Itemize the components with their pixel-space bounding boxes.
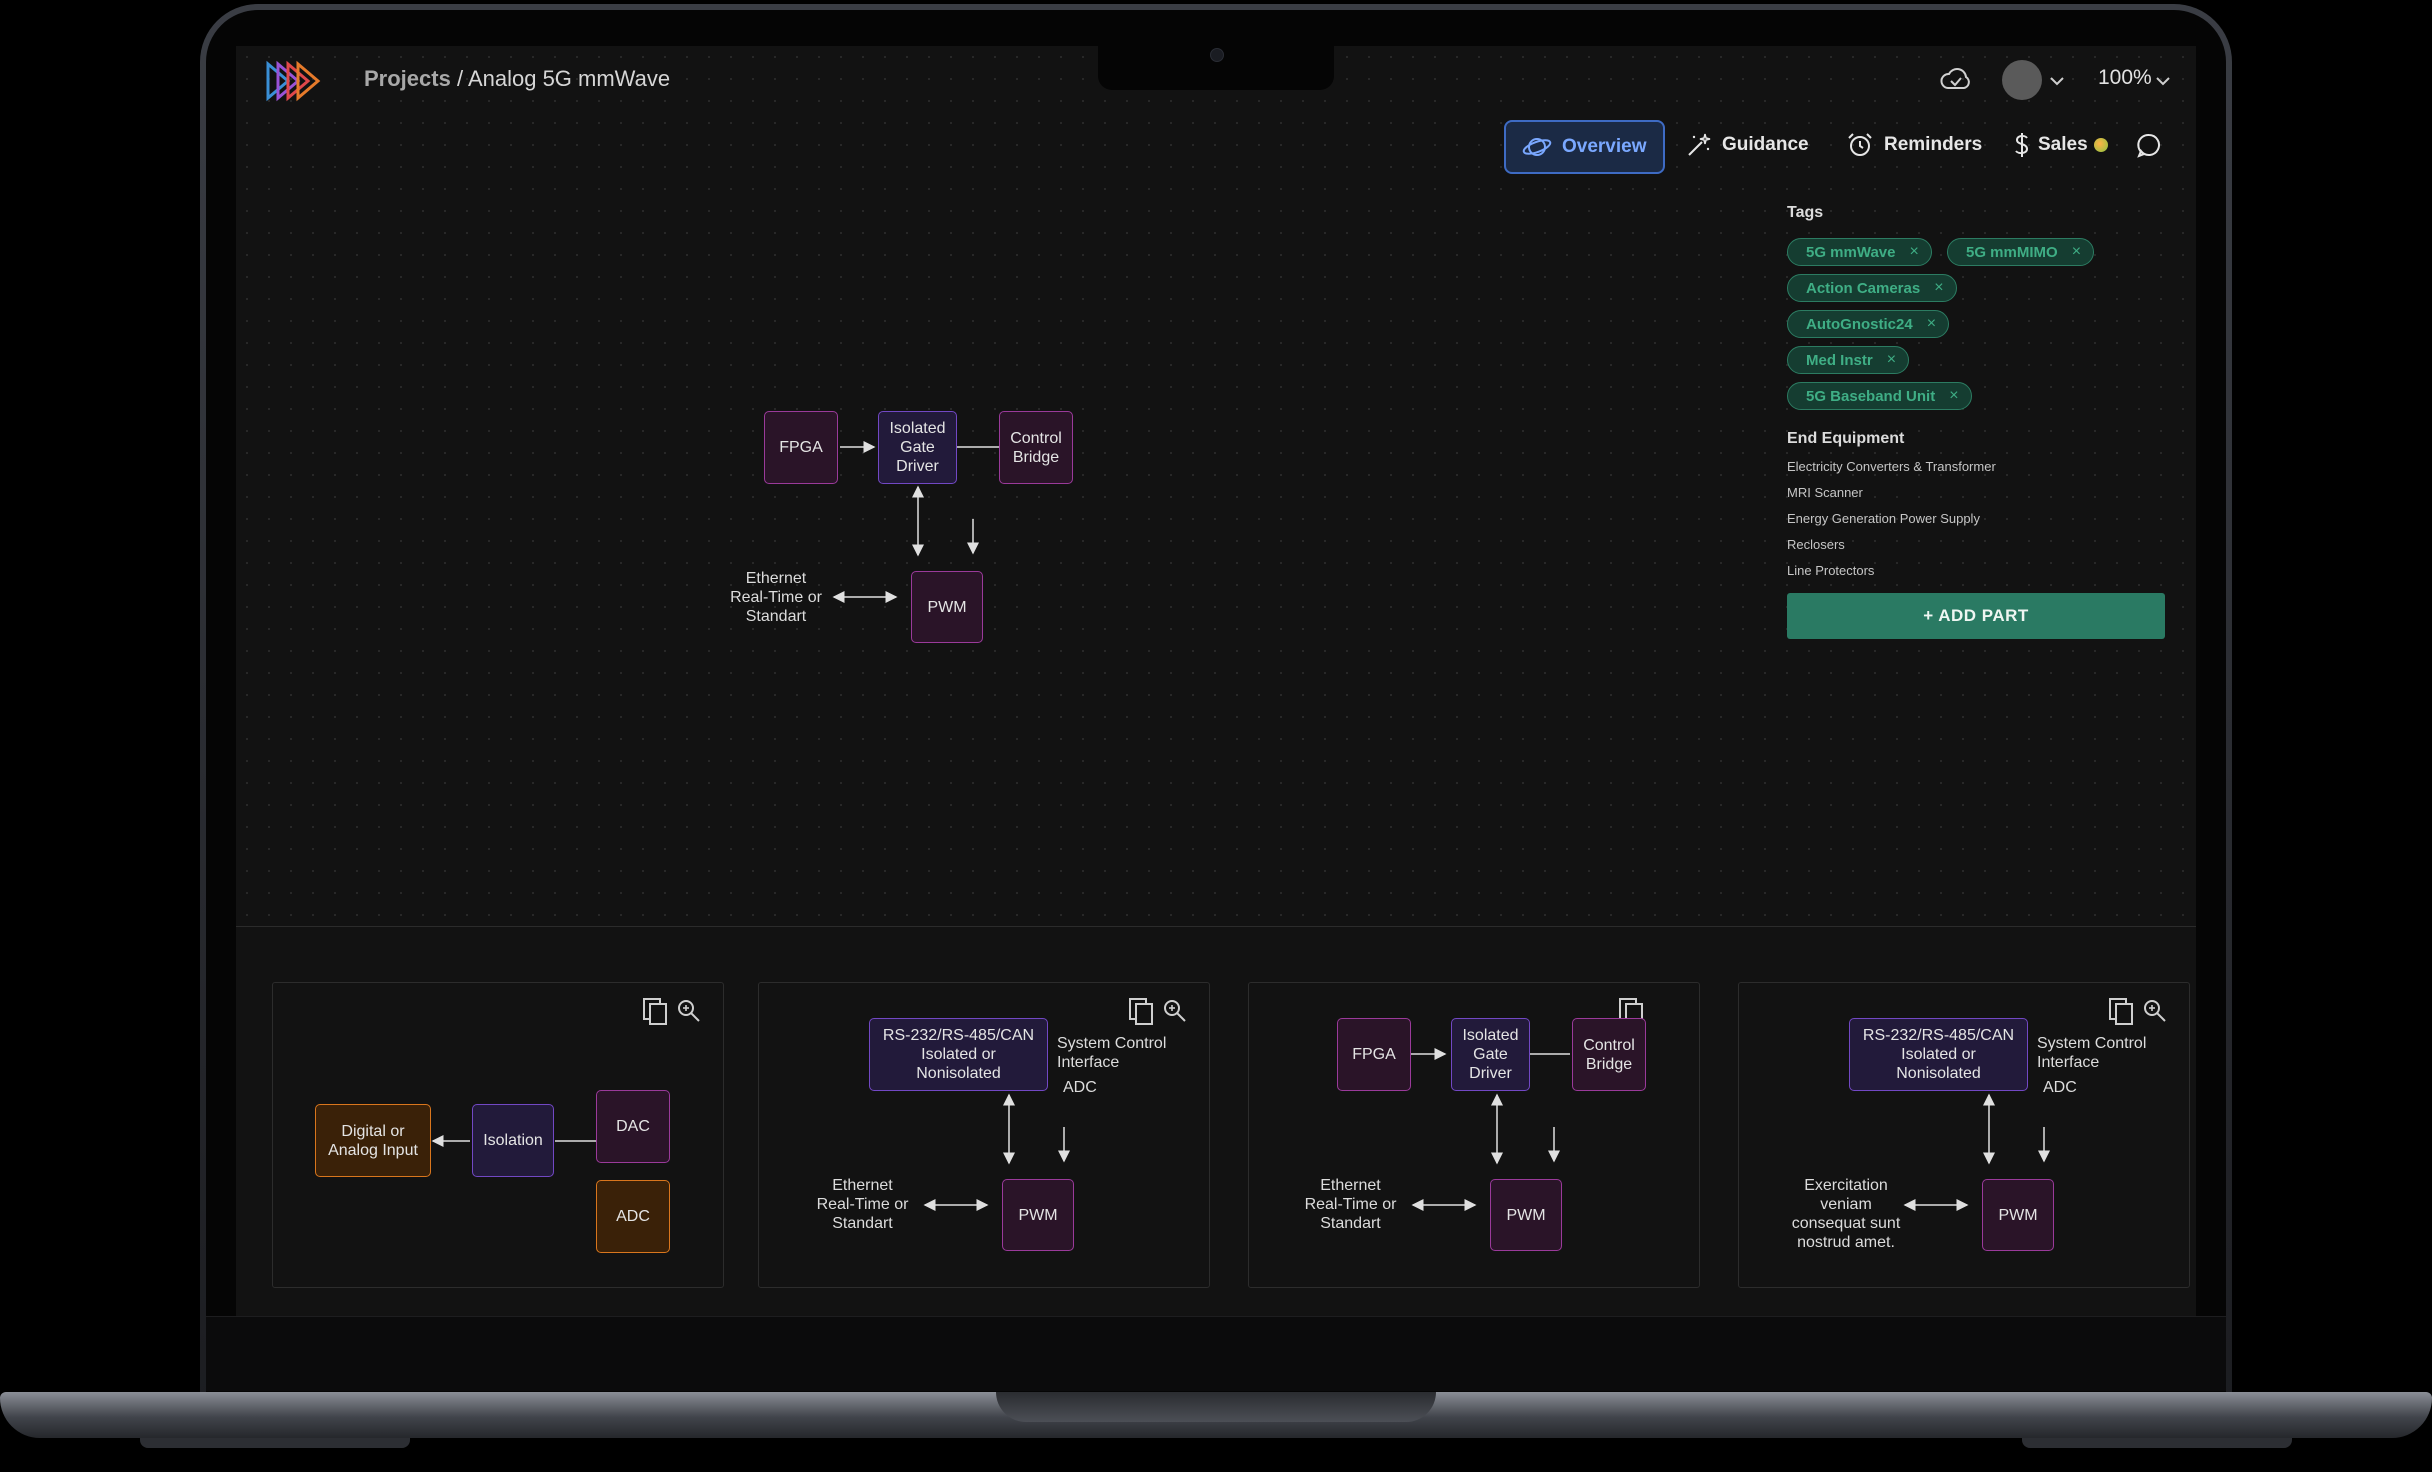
exercitation-label: Exercitation veniam consequat sunt nostr… — [1791, 1177, 1901, 1251]
laptop-hinge-notch — [996, 1392, 1436, 1422]
laptop-foot — [140, 1438, 410, 1448]
laptop-chin — [206, 1316, 2226, 1391]
adc-label: ADC — [1063, 1079, 1097, 1096]
pwm-node[interactable]: PWM — [1490, 1179, 1562, 1251]
laptop-foot — [2022, 1438, 2292, 1448]
system-control-label: System Control Interface — [2037, 1035, 2147, 1071]
ethernet-label: Ethernet Real-Time or Standart — [730, 570, 822, 625]
main-diagram-connectors — [832, 441, 999, 603]
adc-node[interactable]: ADC — [596, 1180, 670, 1253]
control-bridge-node[interactable]: Control Bridge — [999, 411, 1073, 484]
system-control-label: System Control Interface — [1057, 1035, 1167, 1071]
app-screen: Projects / Analog 5G mmWave 100% Overvie… — [236, 46, 2196, 1316]
control-bridge-node[interactable]: Control Bridge — [1572, 1018, 1646, 1091]
adc-label: ADC — [2043, 1079, 2077, 1096]
pwm-node[interactable]: PWM — [1982, 1179, 2054, 1251]
rs-interface-node[interactable]: RS-232/RS-485/CAN Isolated or Nonisolate… — [1849, 1018, 2028, 1091]
diagram-card[interactable]: RS-232/RS-485/CAN Isolated or Nonisolate… — [1738, 982, 2190, 1288]
camera-icon — [1210, 48, 1224, 62]
pwm-node[interactable]: PWM — [911, 571, 983, 643]
canvas-divider — [236, 926, 2196, 927]
gate-driver-node[interactable]: Isolated Gate Driver — [1451, 1018, 1530, 1091]
diagram-card[interactable]: FPGA Isolated Gate Driver Control Bridge… — [1248, 982, 1700, 1288]
rs-interface-node[interactable]: RS-232/RS-485/CAN Isolated or Nonisolate… — [869, 1018, 1048, 1091]
pwm-node[interactable]: PWM — [1002, 1179, 1074, 1251]
ethernet-label: Ethernet Real-Time or Standart — [816, 1177, 909, 1232]
gate-driver-node[interactable]: Isolated Gate Driver — [878, 411, 957, 484]
diagram-card[interactable]: RS-232/RS-485/CAN Isolated or Nonisolate… — [758, 982, 1210, 1288]
ethernet-label: Ethernet Real-Time or Standart — [1304, 1177, 1397, 1232]
dac-node[interactable]: DAC — [596, 1090, 670, 1163]
fpga-node[interactable]: FPGA — [1337, 1018, 1411, 1091]
diagram-card[interactable]: Digital or Analog Input Isolation DAC AD… — [272, 982, 724, 1288]
fpga-node[interactable]: FPGA — [764, 411, 838, 484]
digital-input-node[interactable]: Digital or Analog Input — [315, 1104, 431, 1177]
isolation-node[interactable]: Isolation — [472, 1104, 554, 1177]
